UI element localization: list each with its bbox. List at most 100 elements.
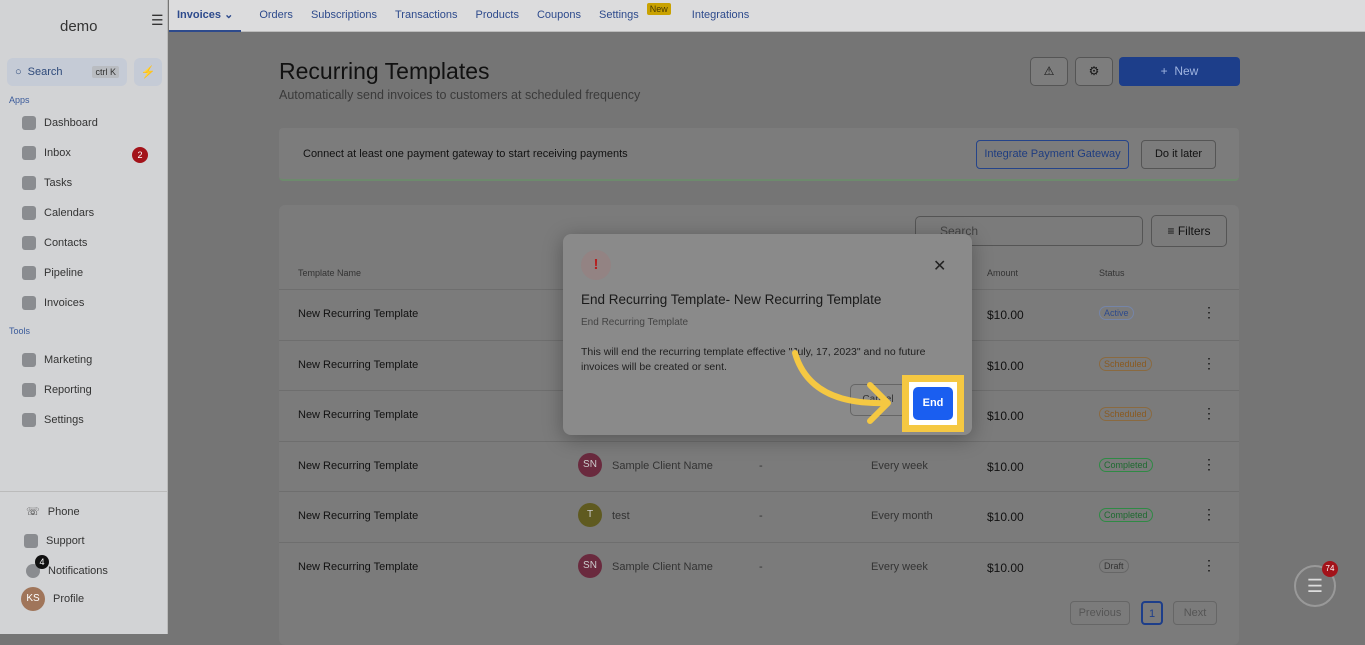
client-name: Sample Client Name — [612, 560, 713, 573]
gear-icon — [22, 413, 36, 427]
plus-icon: + — [1160, 64, 1168, 78]
client-avatar: SN — [578, 452, 602, 477]
cell-dash: - — [759, 510, 763, 522]
table-row[interactable]: New Recurring Template T test - Every mon… — [279, 491, 1239, 541]
tab-settings[interactable]: Settings New — [599, 0, 671, 32]
warning-icon: ! — [581, 250, 611, 280]
status-badge: Completed — [1099, 457, 1153, 472]
client-name: test — [612, 510, 630, 522]
frequency: Every week — [871, 560, 928, 573]
tab-orders[interactable]: Orders — [259, 0, 293, 32]
sidebar-bottom — [0, 491, 167, 492]
chat-icon: ☰ — [1306, 576, 1324, 596]
more-options-icon[interactable]: ⋮ — [1202, 304, 1216, 321]
menu-toggle-icon[interactable]: ☰ — [151, 12, 164, 29]
filters-label: Filters — [1177, 224, 1211, 238]
sidebar-item-profile[interactable]: KS Profile — [21, 587, 84, 611]
dashboard-icon — [22, 116, 36, 130]
page-1-button[interactable]: 1 — [1141, 601, 1163, 625]
template-name: New Recurring Template — [298, 409, 419, 421]
end-button[interactable]: End — [913, 387, 953, 420]
client-avatar: SN — [578, 553, 602, 578]
filters-button[interactable]: ≡ Filters — [1151, 215, 1227, 247]
invoices-icon — [22, 296, 36, 310]
close-icon[interactable]: ✕ — [933, 256, 946, 276]
highlight-box: End — [902, 375, 964, 432]
filter-icon: ≡ — [1167, 224, 1175, 238]
more-options-icon[interactable]: ⋮ — [1202, 456, 1216, 473]
template-name: New Recurring Template — [298, 510, 419, 522]
inbox-badge: 2 — [132, 147, 148, 163]
sidebar-item-label: Profile — [53, 593, 85, 605]
tab-integrations[interactable]: Integrations — [692, 0, 749, 32]
cell-dash: - — [759, 560, 763, 573]
sidebar-item-reporting[interactable]: Reporting — [22, 383, 92, 397]
table-row[interactable]: New Recurring Template SN Sample Client N… — [279, 440, 1239, 491]
sidebar-item-invoices[interactable]: Invoices — [22, 296, 84, 310]
cell-dash: - — [759, 459, 763, 472]
sidebar-item-phone[interactable]: ☏ Phone — [26, 505, 80, 519]
quick-actions-icon[interactable]: ⚡ — [134, 58, 162, 86]
search-label: Search — [27, 66, 63, 78]
chat-badge: 74 — [1322, 561, 1338, 577]
table-row[interactable]: New Recurring Template SN Sample Client N… — [279, 541, 1239, 592]
new-button[interactable]: + New — [1119, 57, 1240, 86]
modal-subtitle: End Recurring Template — [581, 317, 689, 328]
template-name: New Recurring Template — [298, 358, 419, 371]
status-badge: Scheduled — [1099, 407, 1152, 421]
sidebar-item-label: Calendars — [44, 207, 95, 219]
next-page-button[interactable]: Next — [1173, 601, 1217, 625]
previous-page-button[interactable]: Previous — [1070, 601, 1130, 625]
template-name: New Recurring Template — [298, 308, 419, 320]
template-name: New Recurring Template — [298, 459, 419, 472]
notifications-badge: 4 — [35, 555, 49, 569]
shortcut-hint: ctrl K — [92, 66, 119, 78]
amount: $10.00 — [987, 459, 1024, 474]
sidebar-item-calendars[interactable]: Calendars — [22, 206, 94, 220]
logo: demo — [60, 18, 98, 35]
more-options-icon[interactable]: ⋮ — [1202, 557, 1216, 574]
tab-subscriptions[interactable]: Subscriptions — [311, 0, 377, 32]
sidebar-item-label: Phone — [47, 505, 80, 518]
more-options-icon[interactable]: ⋮ — [1202, 405, 1216, 422]
sidebar-item-support[interactable]: Support — [24, 534, 85, 548]
arrow-annotation — [792, 350, 891, 424]
amount: $10.00 — [987, 358, 1024, 373]
tools-section-label: Tools — [9, 326, 31, 336]
phone-icon: ☏ — [26, 506, 40, 518]
tab-products[interactable]: Products — [476, 0, 519, 32]
contacts-icon — [22, 236, 36, 250]
support-icon — [24, 534, 38, 548]
sidebar-item-dashboard[interactable]: Dashboard — [22, 116, 98, 130]
inbox-icon — [22, 146, 36, 160]
integrate-gateway-button[interactable]: Integrate Payment Gateway — [976, 140, 1129, 169]
sidebar-item-label: Tasks — [44, 177, 73, 189]
banner-text: Connect at least one payment gateway to … — [303, 148, 628, 160]
apps-section-label: Apps — [9, 95, 30, 105]
sidebar-item-marketing[interactable]: Marketing — [22, 353, 92, 367]
calendar-icon — [22, 206, 36, 220]
more-options-icon[interactable]: ⋮ — [1202, 355, 1216, 372]
top-nav: Invoices ⌄ Orders Subscriptions Transact… — [169, 0, 1365, 32]
column-header-status: Status — [1099, 268, 1125, 278]
sidebar-item-pipeline[interactable]: Pipeline — [22, 266, 83, 280]
amount: $10.00 — [987, 308, 1024, 322]
more-options-icon[interactable]: ⋮ — [1202, 506, 1216, 523]
tab-transactions[interactable]: Transactions — [395, 0, 458, 32]
amount: $10.00 — [987, 560, 1024, 575]
sidebar-item-tasks[interactable]: Tasks — [22, 176, 72, 190]
search-button[interactable]: ○ Search ctrl K — [7, 58, 127, 86]
tasks-icon — [22, 176, 36, 190]
sidebar-item-inbox[interactable]: Inbox — [22, 146, 71, 160]
settings-button[interactable]: ⚙ — [1075, 57, 1113, 86]
sidebar-item-settings[interactable]: Settings — [22, 413, 84, 427]
feedback-button[interactable]: ⚠ — [1030, 57, 1068, 86]
do-it-later-button[interactable]: Do it later — [1141, 140, 1216, 169]
tab-coupons[interactable]: Coupons — [537, 0, 581, 32]
sidebar-item-contacts[interactable]: Contacts — [22, 236, 87, 250]
sidebar-item-label: Contacts — [44, 237, 88, 249]
sidebar-item-label: Pipeline — [44, 267, 84, 279]
template-name: New Recurring Template — [298, 560, 419, 573]
message-alert-icon: ⚠ — [1043, 64, 1055, 78]
tab-invoices[interactable]: Invoices ⌄ — [169, 0, 242, 32]
